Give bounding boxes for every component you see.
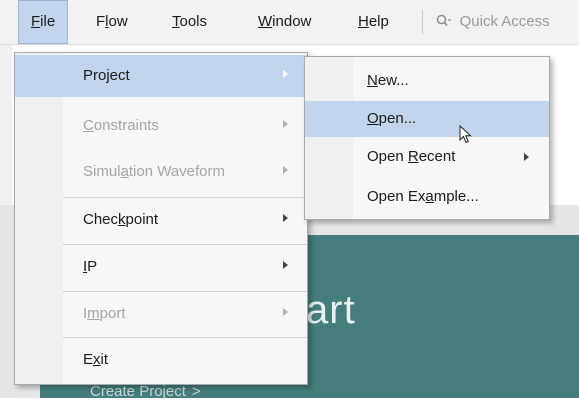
menu-flow[interactable]: Flow	[84, 0, 140, 44]
menu-item-label: Import	[83, 305, 126, 322]
menu-item-label: Simulation Waveform	[83, 163, 225, 180]
submenu-arrow-icon	[283, 261, 288, 269]
project-menu-item-open-example[interactable]: Open Example...	[305, 179, 549, 215]
file-menu-dropdown: Project Constraints Simulation Waveform …	[14, 52, 308, 385]
menu-item-label: Constraints	[83, 117, 159, 134]
project-menu-item-open[interactable]: Open...	[305, 101, 549, 137]
menubar-divider	[422, 10, 423, 34]
menu-separator	[63, 197, 307, 198]
quick-access-placeholder: Quick Access	[459, 13, 550, 30]
search-icon	[436, 14, 456, 29]
file-menu-item-project[interactable]: Project	[15, 55, 307, 97]
project-submenu: New... Open... Open Recent Open Example.…	[304, 56, 550, 220]
menu-file[interactable]: File	[18, 0, 69, 44]
mouse-pointer-icon	[459, 124, 473, 145]
file-menu-item-constraints[interactable]: Constraints	[15, 105, 307, 147]
quick-access-search[interactable]: Quick Access	[436, 0, 550, 44]
create-project-label: Create Project	[90, 383, 186, 400]
create-project-link[interactable]: Create Project >	[90, 384, 201, 399]
getting-started-title: art	[306, 288, 356, 332]
submenu-arrow-icon	[283, 120, 288, 128]
menu-help[interactable]: Help	[346, 0, 401, 44]
menu-item-label: Open Recent	[367, 148, 456, 165]
menu-item-label: IP	[83, 258, 98, 275]
project-menu-item-open-recent[interactable]: Open Recent	[305, 139, 549, 175]
menu-item-label: Checkpoint	[83, 211, 159, 228]
menu-separator	[63, 291, 307, 292]
menu-bar: File Flow Tools Window Help Quick Access	[0, 0, 579, 45]
menu-tools[interactable]: Tools	[160, 0, 219, 44]
submenu-arrow-icon	[524, 153, 529, 161]
submenu-arrow-icon	[283, 70, 288, 78]
file-menu-item-ip[interactable]: IP	[15, 246, 307, 288]
file-menu-item-import[interactable]: Import	[15, 293, 307, 335]
menu-separator	[63, 244, 307, 245]
file-menu-item-exit[interactable]: Exit	[15, 339, 307, 381]
menu-item-label: Exit	[83, 351, 109, 368]
menu-item-label: Project	[83, 67, 130, 84]
menu-window[interactable]: Window	[246, 0, 323, 44]
project-menu-item-new[interactable]: New...	[305, 63, 549, 99]
menu-item-label: Open...	[367, 110, 417, 127]
menu-separator	[63, 337, 307, 338]
menu-item-label: New...	[367, 72, 409, 89]
file-menu-item-checkpoint[interactable]: Checkpoint	[15, 199, 307, 241]
create-project-arrow-icon: >	[191, 383, 201, 400]
submenu-arrow-icon	[283, 308, 288, 316]
submenu-arrow-icon	[283, 166, 288, 174]
menu-item-label: Open Example...	[367, 188, 479, 205]
submenu-arrow-icon	[283, 214, 288, 222]
file-menu-item-simulation-waveform[interactable]: Simulation Waveform	[15, 151, 307, 193]
